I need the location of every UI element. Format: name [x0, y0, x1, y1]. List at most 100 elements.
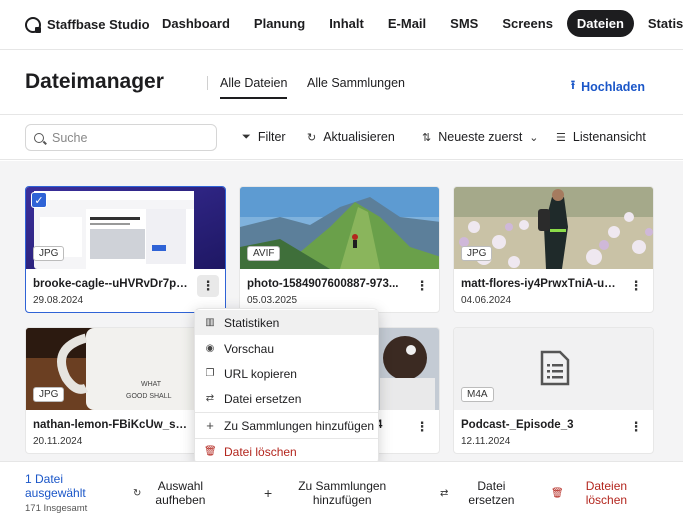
brand[interactable]: Staffbase Studio	[25, 16, 150, 33]
plus-icon: +	[264, 485, 273, 501]
file-date: 20.11.2024	[33, 436, 83, 447]
copy-icon: ❐	[205, 368, 215, 379]
eye-icon: ◉	[205, 343, 215, 354]
delete-label-line: löschen	[585, 493, 628, 507]
sort-label: Neueste zuerst	[438, 130, 523, 144]
file-type-badge: JPG	[33, 387, 65, 402]
delete-files-button[interactable]: 🗑 Dateien löschen	[551, 479, 627, 507]
file-thumbnail: ✓ JPG	[26, 187, 225, 269]
file-card[interactable]: AVIF photo-1584907600887-973... 05.03.20…	[239, 186, 440, 313]
menu-item-label: Statistiken	[224, 315, 280, 330]
menu-item-label: URL kopieren	[224, 366, 297, 381]
delete-label: Dateien löschen	[586, 479, 627, 507]
upload-label: Hochladen	[581, 79, 645, 94]
trash-icon: 🗑	[551, 487, 564, 499]
add-label-line: hinzufügen	[312, 493, 372, 507]
file-type-badge: AVIF	[247, 246, 281, 261]
filter-button[interactable]: ⏷ Filter	[242, 130, 286, 144]
tab-alle-sammlungen[interactable]: Alle Sammlungen	[307, 76, 405, 97]
file-type-badge: JPG	[33, 246, 65, 261]
list-view-button[interactable]: ☰ Listenansicht	[556, 130, 646, 144]
menu-item-url-kopieren[interactable]: ❐ URL kopieren	[195, 361, 378, 386]
nav-item-inhalt[interactable]: Inhalt	[319, 10, 374, 37]
nav-item-email[interactable]: E-Mail	[378, 10, 436, 37]
svg-text:WHAT: WHAT	[141, 381, 162, 388]
refresh-icon: ↻	[133, 487, 142, 499]
refresh-icon: ↻	[307, 131, 317, 144]
menu-item-vorschau[interactable]: ◉ Vorschau	[195, 336, 378, 361]
deselect-label: Auswahl aufheben	[155, 479, 205, 507]
upload-button[interactable]: ⭱ Hochladen	[571, 76, 645, 97]
list-icon: ☰	[556, 131, 566, 144]
selection-bar: 1 Datei ausgewählt 171 Insgesamt ↻ Auswa…	[0, 461, 683, 522]
menu-item-label: Datei löschen	[224, 444, 297, 459]
delete-label-line: Dateien	[585, 479, 628, 493]
file-date: 12.11.2024	[461, 436, 511, 447]
refresh-label: Aktualisieren	[323, 130, 395, 144]
list-view-label: Listenansicht	[572, 130, 646, 144]
nav-item-sms[interactable]: SMS	[440, 10, 488, 37]
plus-icon: +	[206, 418, 214, 433]
total-count: 171 Insgesamt	[25, 503, 88, 514]
context-menu: ▥ Statistiken ◉ Vorschau ❐ URL kopieren …	[194, 308, 379, 465]
nav-item-screens[interactable]: Screens	[492, 10, 563, 37]
file-name: photo-1584907600887-973...	[247, 278, 399, 290]
sort-icon: ⇅	[422, 131, 432, 144]
nav-item-dashboard[interactable]: Dashboard	[152, 10, 240, 37]
more-options-button[interactable]: ⋮	[411, 275, 433, 297]
trash-icon: 🗑	[204, 446, 217, 457]
menu-item-label: Vorschau	[224, 341, 275, 356]
search-input[interactable]	[52, 130, 202, 145]
menu-item-statistiken[interactable]: ▥ Statistiken	[195, 310, 378, 335]
upload-icon: ⭱	[570, 78, 576, 92]
filter-label: Filter	[257, 130, 286, 144]
menu-item-label: Zu Sammlungen hinzufügen	[224, 418, 375, 433]
file-type-badge: JPG	[461, 246, 493, 261]
nav-items: Dashboard Planung Inhalt E-Mail SMS Scre…	[152, 10, 683, 37]
more-options-button[interactable]: ⋮	[625, 275, 647, 297]
file-name: matt-flores-iy4PrwxTniA-un...	[461, 278, 619, 290]
nav-item-planung[interactable]: Planung	[244, 10, 315, 37]
menu-item-zu-sammlungen[interactable]: + Zu Sammlungen hinzufügen	[195, 413, 378, 438]
more-options-button[interactable]: ⋮	[625, 416, 647, 438]
page-title: Dateimanager	[25, 70, 164, 93]
more-options-button[interactable]: ⋮	[197, 275, 219, 297]
header-divider	[207, 76, 208, 90]
file-date: 29.08.2024	[33, 295, 84, 306]
toolbar: ⏷ Filter ↻ Aktualisieren ⇅ Neueste zuers…	[0, 115, 683, 160]
sort-dropdown[interactable]: ⇅ Neueste zuerst ⌄	[422, 130, 539, 144]
add-label-line: Zu Sammlungen	[298, 479, 387, 493]
selection-count-line: ausgewählt	[25, 486, 86, 500]
replace-label-line: ersetzen	[468, 493, 515, 507]
file-card[interactable]: JPG matt-flores-iy4PrwxTniA-un... 04.06.…	[453, 186, 654, 313]
refresh-button[interactable]: ↻ Aktualisieren	[307, 130, 395, 144]
selected-checkbox[interactable]: ✓	[31, 192, 47, 208]
menu-item-label: Datei ersetzen	[224, 391, 302, 406]
staffbase-logo-icon	[25, 16, 41, 33]
selection-count: 1 Datei ausgewählt	[25, 472, 105, 500]
file-name: nathan-lemon-FBiKcUw_sQ...	[33, 419, 191, 431]
svg-text:GOOD SHALL: GOOD SHALL	[126, 393, 172, 400]
file-thumbnail: JPG	[454, 187, 653, 269]
replace-label: Datei ersetzen	[468, 479, 514, 507]
nav-item-statistiken[interactable]: Statistiken	[638, 10, 683, 37]
selection-count-line: 1 Datei	[25, 472, 64, 486]
deselect-button[interactable]: ↻ Auswahl aufheben	[133, 479, 205, 507]
replace-file-button[interactable]: ⇄ Datei ersetzen	[440, 479, 514, 507]
file-name: brooke-cagle--uHVRvDr7pg...	[33, 278, 191, 290]
tab-alle-dateien[interactable]: Alle Dateien	[220, 76, 288, 99]
search-box[interactable]	[25, 124, 217, 151]
replace-label-line: Datei	[477, 479, 506, 493]
filter-icon: ⏷	[242, 130, 251, 143]
chart-icon: ▥	[205, 317, 215, 328]
file-card[interactable]: M4A Podcast-_Episode_3 12.11.2024 ⋮	[453, 327, 654, 454]
file-date: 04.06.2024	[461, 295, 512, 306]
add-to-collections-button[interactable]: + Zu Sammlungen hinzufügen	[264, 479, 386, 507]
menu-item-datei-ersetzen[interactable]: ⇄ Datei ersetzen	[195, 386, 378, 411]
file-card[interactable]: ✓ JPG brooke-cagle--uHVRvDr7pg... 29.08.…	[25, 186, 226, 313]
page-header: Dateimanager Alle Dateien Alle Sammlunge…	[0, 50, 683, 115]
more-options-button[interactable]: ⋮	[411, 416, 433, 438]
brand-name: Staffbase Studio	[47, 17, 150, 32]
nav-item-dateien[interactable]: Dateien	[566, 10, 634, 37]
top-navigation: Staffbase Studio Dashboard Planung Inhal…	[0, 0, 683, 50]
